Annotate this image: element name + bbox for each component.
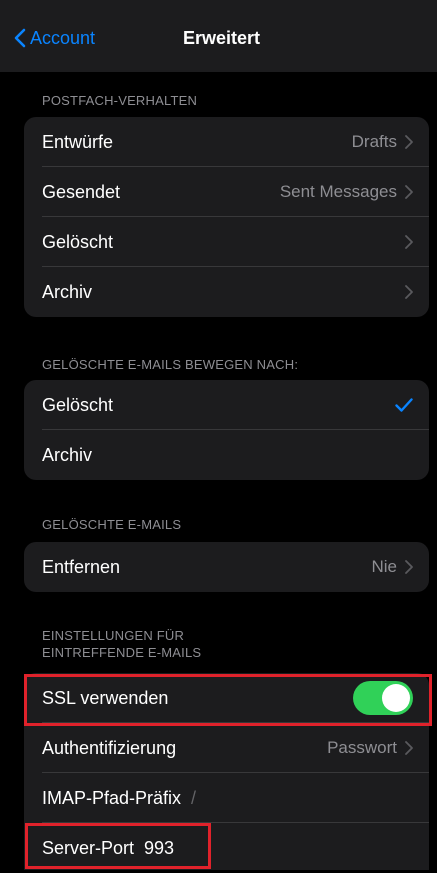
mailbox-behavior-group: Entwürfe Drafts Gesendet Sent Messages G… <box>24 117 429 317</box>
option-deleted[interactable]: Gelöscht <box>24 380 429 430</box>
row-label: Gelöscht <box>42 394 114 415</box>
row-archive[interactable]: Archiv <box>24 267 429 317</box>
chevron-right-icon <box>405 285 413 299</box>
chevron-right-icon <box>405 560 413 574</box>
section-header-mailbox-behavior: POSTFACH-VERHALTEN <box>42 93 198 108</box>
row-label: Entfernen <box>42 556 121 577</box>
navigation-bar: Account Erweitert <box>0 0 437 72</box>
row-sent[interactable]: Gesendet Sent Messages <box>24 167 429 217</box>
section-header-deleted-mails: GELÖSCHTE E-MAILS <box>42 517 182 532</box>
chevron-right-icon <box>405 235 413 249</box>
row-remove[interactable]: Entfernen Nie <box>24 542 429 592</box>
row-label: Gelöscht <box>42 231 114 252</box>
row-drafts[interactable]: Entwürfe Drafts <box>24 117 429 167</box>
row-label: IMAP-Pfad-Präfix <box>42 787 182 808</box>
row-label: Entwürfe <box>42 131 114 152</box>
row-value: Sent Messages <box>279 182 397 201</box>
section-header-line: EINTREFFENDE E-MAILS <box>42 645 202 660</box>
row-value: Drafts <box>351 132 397 151</box>
chevron-right-icon <box>405 135 413 149</box>
section-header-incoming: EINSTELLUNGEN FÜR EINTREFFENDE E-MAILS <box>42 627 201 661</box>
row-label: Gesendet <box>42 181 121 202</box>
row-authentication[interactable]: Authentifizierung Passwort <box>24 723 429 773</box>
option-archive[interactable]: Archiv <box>24 430 429 480</box>
imap-prefix-input[interactable]: / <box>191 788 196 809</box>
checkmark-icon <box>395 398 413 412</box>
highlight-ssl <box>24 674 432 726</box>
section-header-line: EINSTELLUNGEN FÜR <box>42 628 185 643</box>
move-deleted-group: Gelöscht Archiv <box>24 380 429 480</box>
row-label: Authentifizierung <box>42 737 177 758</box>
page-title: Erweitert <box>182 28 261 48</box>
row-value: Nie <box>371 557 397 576</box>
section-header-move-deleted: GELÖSCHTE E-MAILS BEWEGEN NACH: <box>42 357 299 372</box>
chevron-right-icon <box>405 185 413 199</box>
highlight-server-port <box>25 823 211 869</box>
chevron-right-icon <box>405 741 413 755</box>
row-value: Passwort <box>327 738 397 757</box>
row-imap-prefix[interactable]: IMAP-Pfad-Präfix / <box>24 773 429 823</box>
row-label: Archiv <box>42 281 93 302</box>
row-label: Archiv <box>42 444 93 465</box>
row-deleted[interactable]: Gelöscht <box>24 217 429 267</box>
deleted-mails-group: Entfernen Nie <box>24 542 429 592</box>
